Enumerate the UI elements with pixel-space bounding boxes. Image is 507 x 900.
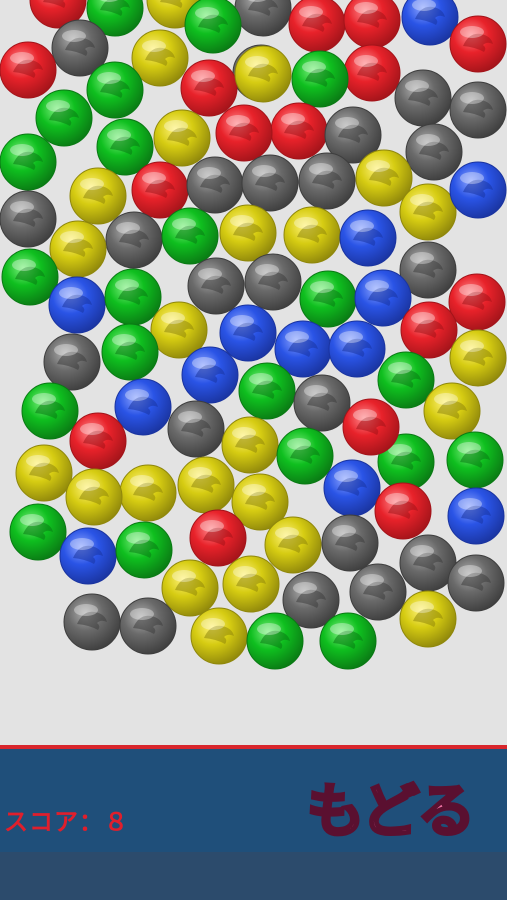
blue-ball[interactable] <box>114 378 172 436</box>
yellow-ball[interactable] <box>234 45 292 103</box>
red-ball[interactable] <box>189 509 247 567</box>
green-ball[interactable] <box>299 270 357 328</box>
green-ball[interactable] <box>184 0 242 54</box>
yellow-ball[interactable] <box>69 167 127 225</box>
gray-ball[interactable] <box>394 69 452 127</box>
yellow-ball[interactable] <box>153 109 211 167</box>
red-ball[interactable] <box>215 104 273 162</box>
yellow-ball[interactable] <box>399 183 457 241</box>
gray-ball[interactable] <box>349 563 407 621</box>
green-ball[interactable] <box>86 61 144 119</box>
gray-ball[interactable] <box>167 400 225 458</box>
blue-ball[interactable] <box>401 0 459 46</box>
balls-layer[interactable] <box>0 0 507 745</box>
yellow-ball[interactable] <box>221 416 279 474</box>
blue-ball[interactable] <box>219 304 277 362</box>
green-ball[interactable] <box>238 362 296 420</box>
back-button[interactable]: もどる <box>292 769 488 853</box>
yellow-ball[interactable] <box>219 204 277 262</box>
game-screen: スコア：８ もどる <box>0 0 507 900</box>
red-ball[interactable] <box>343 0 401 49</box>
green-ball[interactable] <box>21 382 79 440</box>
yellow-ball[interactable] <box>65 468 123 526</box>
yellow-ball[interactable] <box>399 590 457 648</box>
red-ball[interactable] <box>270 102 328 160</box>
red-ball[interactable] <box>342 398 400 456</box>
score-label: スコア：８ <box>4 808 129 836</box>
blue-ball[interactable] <box>449 161 507 219</box>
blue-ball[interactable] <box>354 269 412 327</box>
red-ball[interactable] <box>0 41 57 99</box>
red-ball[interactable] <box>69 412 127 470</box>
blue-ball[interactable] <box>447 487 505 545</box>
gray-ball[interactable] <box>244 253 302 311</box>
yellow-ball[interactable] <box>449 329 507 387</box>
yellow-ball[interactable] <box>49 220 107 278</box>
yellow-ball[interactable] <box>177 456 235 514</box>
blue-ball[interactable] <box>48 276 106 334</box>
green-ball[interactable] <box>446 431 504 489</box>
ball-playfield[interactable] <box>0 0 507 745</box>
gray-ball[interactable] <box>321 514 379 572</box>
yellow-ball[interactable] <box>15 444 73 502</box>
red-ball[interactable] <box>180 59 238 117</box>
gray-ball[interactable] <box>63 593 121 651</box>
red-ball[interactable] <box>448 273 506 331</box>
green-ball[interactable] <box>161 207 219 265</box>
back-button-label: もどる <box>305 777 477 845</box>
gray-ball[interactable] <box>43 333 101 391</box>
gray-ball[interactable] <box>105 211 163 269</box>
green-ball[interactable] <box>246 612 304 670</box>
green-ball[interactable] <box>101 323 159 381</box>
green-ball[interactable] <box>35 89 93 147</box>
gray-ball[interactable] <box>234 0 292 37</box>
blue-ball[interactable] <box>181 346 239 404</box>
gray-ball[interactable] <box>241 154 299 212</box>
red-ball[interactable] <box>449 15 507 73</box>
green-ball[interactable] <box>115 521 173 579</box>
gray-ball[interactable] <box>186 156 244 214</box>
red-ball[interactable] <box>288 0 346 53</box>
yellow-ball[interactable] <box>423 382 481 440</box>
green-ball[interactable] <box>291 50 349 108</box>
green-ball[interactable] <box>1 248 59 306</box>
blue-ball[interactable] <box>339 209 397 267</box>
red-ball[interactable] <box>374 482 432 540</box>
green-ball[interactable] <box>9 503 67 561</box>
bar-lower-strip <box>0 852 507 900</box>
yellow-ball[interactable] <box>283 206 341 264</box>
red-ball[interactable] <box>343 44 401 102</box>
yellow-ball[interactable] <box>161 559 219 617</box>
green-ball[interactable] <box>319 612 377 670</box>
gray-ball[interactable] <box>447 554 505 612</box>
blue-ball[interactable] <box>59 527 117 585</box>
bar-divider-line <box>0 745 507 749</box>
blue-ball[interactable] <box>323 459 381 517</box>
gray-ball[interactable] <box>405 123 463 181</box>
gray-ball[interactable] <box>449 81 507 139</box>
yellow-ball[interactable] <box>264 516 322 574</box>
yellow-ball[interactable] <box>222 555 280 613</box>
yellow-ball[interactable] <box>190 607 248 665</box>
green-ball[interactable] <box>104 268 162 326</box>
yellow-ball[interactable] <box>119 464 177 522</box>
red-ball[interactable] <box>400 301 458 359</box>
green-ball[interactable] <box>0 133 57 191</box>
blue-ball[interactable] <box>328 320 386 378</box>
green-ball[interactable] <box>276 427 334 485</box>
bottom-bar: スコア：８ もどる <box>0 745 507 900</box>
gray-ball[interactable] <box>187 257 245 315</box>
gray-ball[interactable] <box>298 152 356 210</box>
gray-ball[interactable] <box>0 190 57 248</box>
green-ball[interactable] <box>377 351 435 409</box>
gray-ball[interactable] <box>119 597 177 655</box>
gray-ball[interactable] <box>293 374 351 432</box>
